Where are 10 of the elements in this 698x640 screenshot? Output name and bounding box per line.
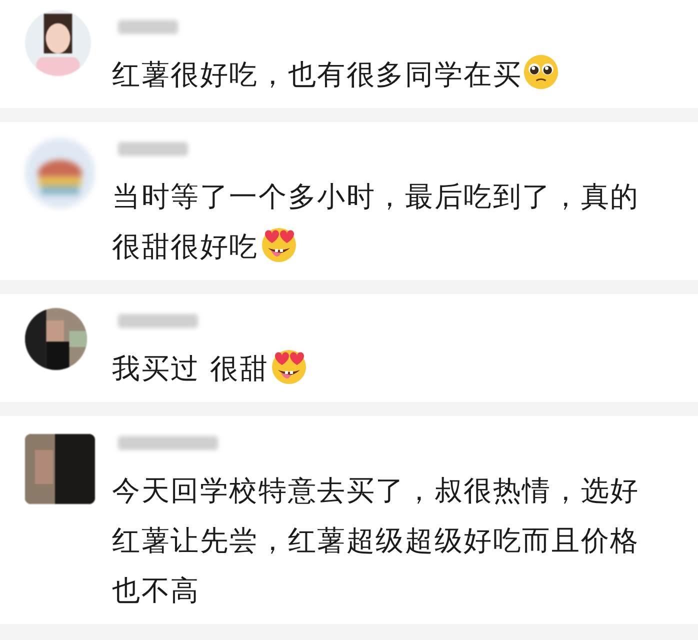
comment-text: 今天回学校特意去买了，叔很热情，选好 xyxy=(112,474,640,507)
blurred-username xyxy=(118,20,178,34)
comment-text: 也不高 xyxy=(112,574,200,607)
blurred-username xyxy=(118,142,188,156)
comment-text: 很甜很好吃 xyxy=(112,230,258,263)
comment-text: 红薯很好吃，也有很多同学在买 xyxy=(112,58,522,91)
pleading-face-icon xyxy=(522,53,560,91)
comment-text: 红薯让先尝，红薯超级超级好吃而且价格 xyxy=(112,524,640,557)
comment-text: 我买过 很甜 xyxy=(112,352,269,385)
comment-text: 当时等了一个多小时，最后吃到了，真的 xyxy=(112,180,640,213)
